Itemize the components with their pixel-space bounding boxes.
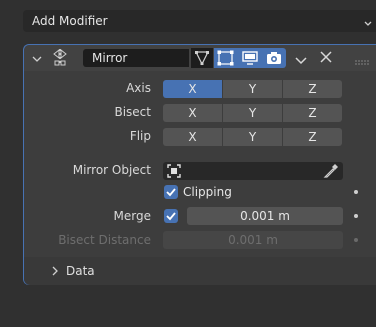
bisect-z-toggle[interactable]: Z (283, 104, 342, 122)
keyframe-dot-merge[interactable] (354, 214, 358, 218)
edit-mode-toggle[interactable] (214, 48, 238, 68)
axis-z-toggle[interactable]: Z (283, 80, 342, 98)
render-toggle[interactable] (262, 48, 286, 68)
on-cage-toggle[interactable] (191, 48, 213, 68)
dropdown-chevron-icon[interactable] (295, 54, 307, 68)
axis-x-toggle[interactable]: X (163, 80, 222, 98)
axis-label: Axis (126, 81, 151, 95)
clipping-checkbox[interactable] (164, 185, 178, 199)
checkmark-icon (166, 212, 176, 221)
monitor-icon (242, 51, 258, 65)
mirror-object-field[interactable] (163, 162, 343, 180)
flip-y-toggle[interactable]: Y (223, 128, 282, 146)
bisect-label: Bisect (114, 105, 151, 119)
modifier-header: Mirror (24, 45, 376, 71)
mirror-modifier-panel: Mirror Axis X Y Z Bisect X Y Z Flip X Y … (23, 44, 376, 285)
keyframe-dot-clipping[interactable] (354, 190, 358, 194)
flip-x-toggle[interactable]: X (163, 128, 222, 146)
bisect-y-toggle[interactable]: Y (223, 104, 282, 122)
flip-z-toggle[interactable]: Z (283, 128, 342, 146)
data-subpanel-label: Data (66, 264, 95, 278)
object-icon (167, 164, 181, 183)
collapse-chevron-icon[interactable] (32, 52, 42, 66)
merge-distance-input[interactable]: 0.001 m (187, 207, 343, 225)
data-subpanel-header[interactable]: Data (24, 257, 376, 285)
mirror-object-label: Mirror Object (72, 163, 151, 177)
checkmark-icon (166, 188, 176, 197)
bisect-distance-label: Bisect Distance (58, 233, 151, 247)
drag-handle-icon[interactable] (355, 55, 369, 69)
close-icon[interactable] (320, 51, 332, 66)
eyedropper-icon[interactable] (323, 163, 339, 184)
on-cage-icon (195, 51, 209, 66)
axis-y-toggle[interactable]: Y (223, 80, 282, 98)
edit-mode-icon (217, 50, 234, 66)
mirror-modifier-icon (52, 48, 68, 69)
merge-label: Merge (113, 209, 151, 223)
bisect-distance-input[interactable]: 0.001 m (163, 231, 343, 249)
add-modifier-label: Add Modifier (32, 14, 108, 28)
realtime-toggle[interactable] (238, 48, 262, 68)
add-modifier-dropdown[interactable]: Add Modifier (23, 10, 376, 32)
bisect-x-toggle[interactable]: X (163, 104, 222, 122)
modifier-name-input[interactable]: Mirror (83, 49, 189, 67)
keyframe-dot-bisect-distance[interactable] (354, 238, 358, 242)
camera-icon (267, 52, 281, 64)
chevron-right-icon (52, 265, 58, 279)
chevron-down-icon (364, 16, 372, 30)
clipping-label: Clipping (183, 185, 232, 199)
flip-label: Flip (129, 129, 151, 143)
modifier-name-value: Mirror (92, 51, 128, 65)
merge-checkbox[interactable] (164, 209, 178, 223)
